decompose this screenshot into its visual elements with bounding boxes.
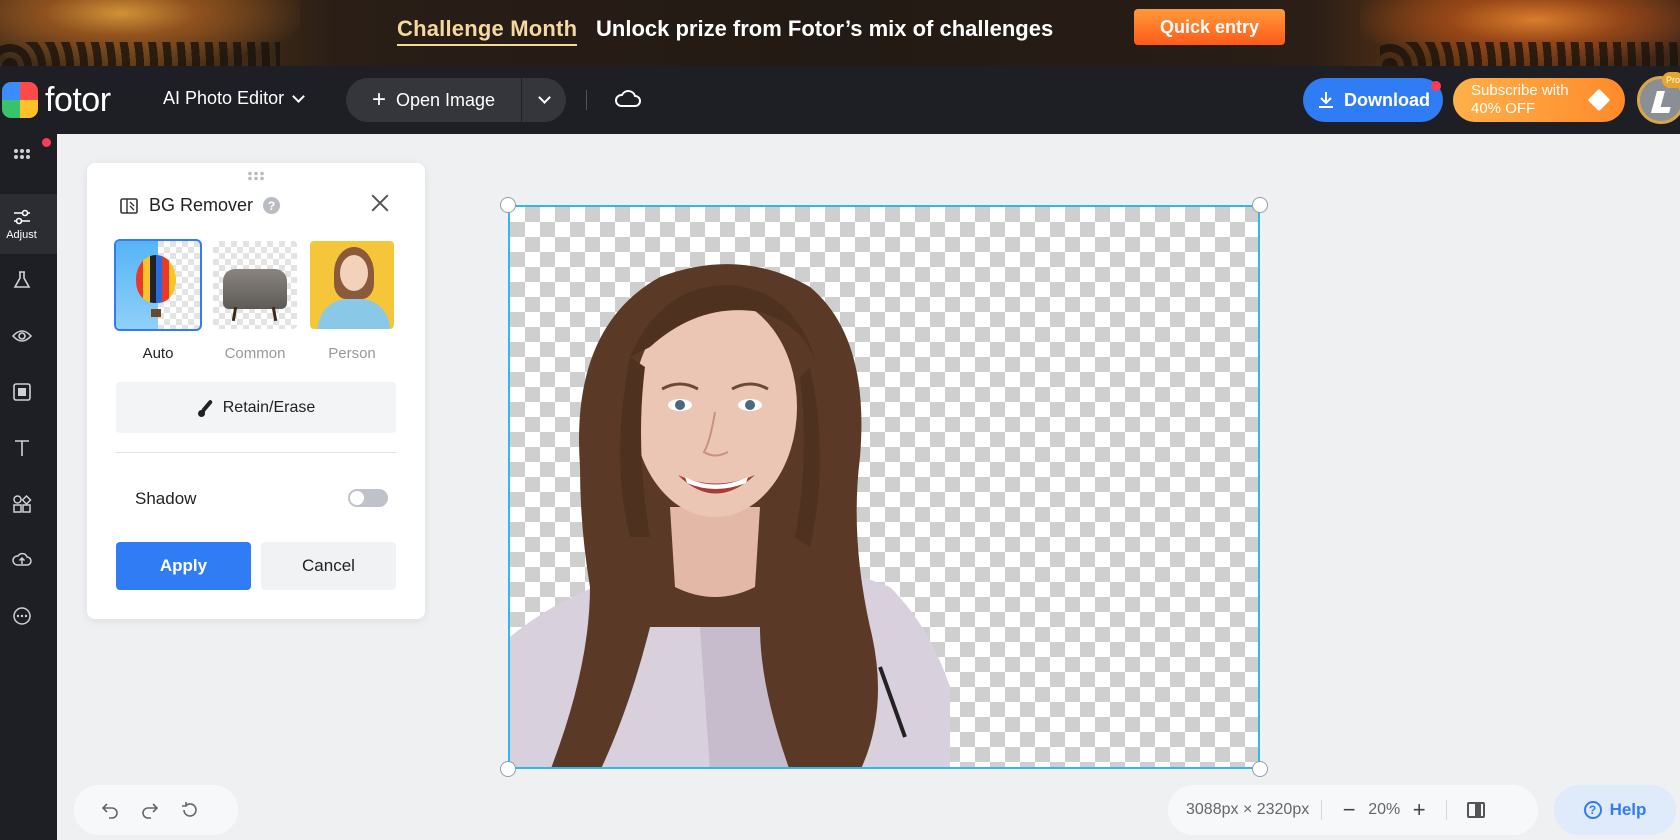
redo-icon[interactable]: [140, 800, 160, 820]
mode-common-label: Common: [224, 345, 286, 362]
editor-mode-menu[interactable]: AI Photo Editor: [163, 88, 305, 109]
bird-icon: [1651, 91, 1675, 113]
open-image-group: + Open Image: [346, 78, 566, 122]
open-image-label: Open Image: [395, 89, 496, 110]
help-icon: ?: [1583, 801, 1602, 819]
history-controls: [74, 785, 238, 835]
panel-title: BG Remover: [149, 195, 254, 215]
promo-banner: Challenge Month Unlock prize from Fotor’…: [0, 0, 1680, 66]
mode-person[interactable]: Person: [310, 241, 394, 362]
rail-text[interactable]: [0, 426, 57, 470]
zoom-out-button[interactable]: −: [1334, 797, 1364, 823]
bg-remover-icon: [120, 197, 138, 214]
mode-common[interactable]: Common: [213, 241, 297, 362]
mode-person-thumbnail: [310, 241, 394, 329]
open-image-button[interactable]: + Open Image: [346, 78, 522, 122]
image-canvas[interactable]: [508, 205, 1260, 769]
fotor-logo[interactable]: fotor: [2, 82, 111, 118]
mode-auto-label: Auto: [142, 345, 174, 362]
rail-elements[interactable]: [0, 482, 57, 526]
bg-remover-panel: BG Remover ? Auto Common Person Retain/E…: [87, 163, 425, 619]
zoom-controls: 3088px × 2320px − 20% +: [1168, 785, 1538, 835]
mode-auto[interactable]: Auto: [114, 239, 202, 362]
drag-handle-icon[interactable]: [247, 171, 265, 181]
apply-button[interactable]: Apply: [116, 542, 251, 590]
rail-beautify[interactable]: [0, 258, 57, 302]
chevron-down-icon: [292, 89, 305, 103]
left-tool-rail: Adjust: [0, 134, 57, 840]
mode-auto-thumbnail: [114, 239, 202, 331]
help-label: Help: [1609, 800, 1647, 819]
resize-handle-top-right[interactable]: [1252, 197, 1268, 213]
panel-header: BG Remover ?: [119, 195, 281, 216]
help-button[interactable]: ? Help: [1554, 785, 1676, 835]
toolbar-divider: [586, 90, 587, 110]
resize-handle-bottom-right[interactable]: [1252, 761, 1268, 777]
elements-icon: [12, 494, 32, 513]
frame-icon: [12, 383, 31, 401]
upload-cloud-icon: [11, 552, 32, 566]
chevron-down-icon: [537, 91, 551, 104]
promo-text: Unlock prize from Fotor’s mix of challen…: [596, 16, 1054, 41]
beaker-icon: [13, 271, 30, 288]
pro-badge: Pro: [1662, 72, 1680, 88]
mode-selector: Auto Common Person: [114, 239, 396, 362]
rail-adjust[interactable]: Adjust: [0, 194, 57, 254]
mode-common-thumbnail: [213, 241, 297, 329]
download-icon: [1319, 92, 1333, 108]
zoom-in-button[interactable]: +: [1404, 797, 1434, 823]
logo-mark-icon: [2, 82, 38, 118]
zoom-divider: [1446, 800, 1448, 820]
plus-icon: +: [371, 86, 386, 113]
logo-text: fotor: [45, 81, 111, 119]
rail-notification-dot: [42, 138, 51, 147]
retain-erase-label: Retain/Erase: [222, 398, 316, 416]
notification-dot: [1431, 81, 1441, 91]
reset-icon[interactable]: [180, 800, 200, 820]
rail-frames[interactable]: [0, 370, 57, 414]
rail-upload[interactable]: [0, 538, 57, 582]
top-toolbar: fotor AI Photo Editor + Open Image Downl…: [0, 66, 1680, 134]
subscribe-button[interactable]: Subscribe with 40% OFF: [1453, 78, 1625, 122]
download-label: Download: [1344, 89, 1430, 110]
promo-title[interactable]: Challenge Month: [397, 16, 578, 46]
brush-icon: [197, 399, 215, 417]
eye-icon: [11, 330, 32, 342]
editor-mode-label: AI Photo Editor: [163, 88, 285, 108]
shadow-label: Shadow: [135, 489, 197, 508]
adjust-icon: [13, 209, 30, 225]
undo-icon[interactable]: [100, 800, 120, 820]
apps-icon: [13, 149, 30, 159]
help-question-icon[interactable]: ?: [263, 197, 281, 214]
zoom-level: 20%: [1368, 801, 1401, 818]
quick-entry-button[interactable]: Quick entry: [1134, 9, 1285, 45]
retain-erase-button[interactable]: Retain/Erase: [116, 382, 396, 433]
download-button[interactable]: Download: [1303, 78, 1443, 122]
open-image-dropdown[interactable]: [522, 78, 566, 122]
close-icon[interactable]: [370, 193, 390, 213]
portrait-cutout: [510, 264, 950, 767]
more-icon: [12, 607, 31, 625]
mode-person-label: Person: [328, 345, 376, 362]
resize-handle-top-left[interactable]: [500, 197, 516, 213]
cancel-button[interactable]: Cancel: [261, 542, 396, 590]
zoom-divider: [1321, 800, 1323, 820]
rail-more[interactable]: [0, 594, 57, 638]
image-dimensions: 3088px × 2320px: [1186, 801, 1310, 818]
rail-adjust-label: Adjust: [6, 229, 37, 241]
shadow-toggle[interactable]: [348, 489, 388, 507]
panel-divider: [116, 452, 396, 453]
compare-icon[interactable]: [1467, 802, 1486, 818]
text-icon: [14, 440, 29, 456]
resize-handle-bottom-left[interactable]: [500, 761, 516, 777]
cloud-icon[interactable]: [614, 86, 642, 114]
rail-eye[interactable]: [0, 314, 57, 358]
